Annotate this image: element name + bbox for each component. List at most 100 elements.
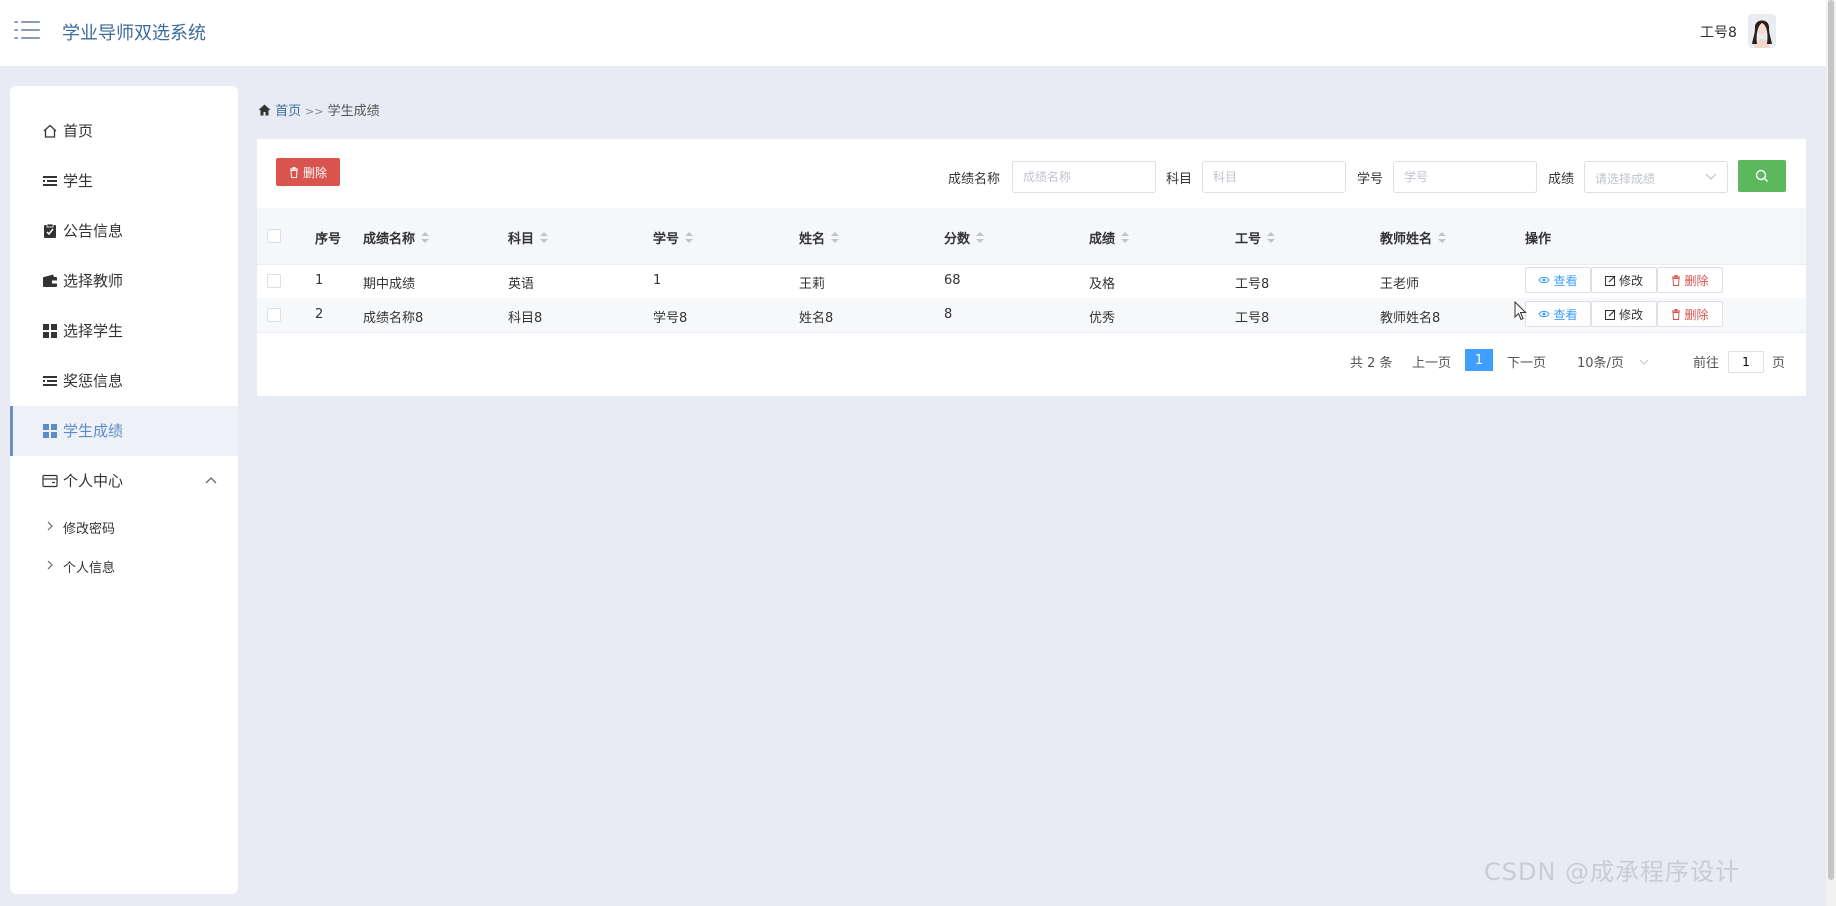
sidebar-item-choose-student[interactable]: 选择学生 [10, 306, 238, 356]
filter-student-no-label: 学号 [1357, 172, 1384, 187]
sidebar-subitem-profile[interactable]: 个人信息 [10, 548, 238, 584]
avatar[interactable] [1748, 14, 1776, 48]
sidebar-item-notices[interactable]: 公告信息 [10, 206, 238, 256]
scrollbar-thumb[interactable] [1828, 0, 1834, 880]
breadcrumb: 首页 >> 学生成绩 [258, 100, 380, 119]
app-title: 学业导师双选系统 [62, 23, 206, 44]
sort-icon[interactable] [1267, 231, 1276, 244]
row-checkbox[interactable] [267, 308, 281, 322]
grade-select[interactable]: 请选择成绩 [1584, 161, 1728, 193]
column-header-teacher-no[interactable]: 工号 [1235, 228, 1276, 247]
pagination-total: 共 2 条 [1350, 356, 1393, 371]
watermark: CSDN @成承程序设计 [1484, 858, 1741, 886]
breadcrumb-current: 学生成绩 [327, 104, 380, 119]
sidebar-item-label: 首页 [63, 122, 94, 140]
sort-icon[interactable] [1121, 231, 1130, 244]
chevron-right-icon [47, 521, 53, 531]
grid-icon [43, 324, 57, 338]
cell-index: 2 [315, 307, 324, 322]
sidebar-item-rewards[interactable]: 奖惩信息 [10, 356, 238, 406]
edit-button[interactable]: 修改 [1591, 267, 1657, 293]
student-no-input[interactable] [1393, 161, 1537, 193]
select-all-checkbox[interactable] [267, 229, 281, 243]
score-name-input[interactable] [1012, 161, 1156, 193]
user-name[interactable]: 工号8 [1700, 22, 1737, 42]
delete-button-label: 删除 [1684, 307, 1709, 322]
sidebar-item-label: 奖惩信息 [63, 372, 124, 390]
chevron-up-icon [205, 477, 217, 484]
column-header-actions: 操作 [1525, 232, 1552, 247]
sidebar-item-personal-center[interactable]: 个人中心 [10, 456, 238, 506]
subject-input[interactable] [1202, 161, 1346, 193]
chevron-right-icon [47, 560, 53, 570]
content-panel: 删除 成绩名称 科目 学号 成绩 请选择成绩 序号 成绩名称 科目 学号 姓名 … [257, 139, 1806, 396]
sort-icon[interactable] [540, 231, 549, 244]
pagination-goto-input[interactable] [1728, 351, 1764, 373]
sort-icon[interactable] [831, 231, 840, 244]
sidebar-item-label: 个人中心 [63, 472, 124, 490]
delete-button[interactable]: 删除 [1657, 267, 1723, 293]
column-header-grade[interactable]: 成绩 [1089, 228, 1130, 247]
sidebar-item-label: 选择教师 [63, 272, 124, 290]
sort-icon[interactable] [1438, 231, 1447, 244]
column-header-student-name[interactable]: 姓名 [799, 228, 840, 247]
view-button[interactable]: 查看 [1525, 267, 1591, 293]
search-button[interactable] [1738, 160, 1786, 192]
cell-score: 8 [944, 307, 953, 322]
pagination-goto-label: 前往 [1693, 356, 1720, 371]
pagination-prev-button[interactable]: 上一页 [1412, 352, 1451, 371]
wallet-icon [43, 274, 57, 287]
sidebar-subitem-label: 修改密码 [63, 522, 116, 537]
cell-score-name: 期中成绩 [363, 277, 416, 292]
edit-button[interactable]: 修改 [1591, 301, 1657, 327]
row-checkbox[interactable] [267, 274, 281, 288]
column-header-student-no[interactable]: 学号 [653, 228, 694, 247]
sidebar: 首页 学生 公告信息 选择教师 选择学生 奖惩信息 学生成绩 个人中心 修改密码… [10, 86, 238, 894]
page-scrollbar[interactable] [1826, 0, 1836, 906]
list-icon [43, 176, 57, 186]
sidebar-item-label: 学生 [63, 172, 94, 190]
page-size-select[interactable]: 10条/页 [1577, 352, 1624, 371]
column-header-score[interactable]: 分数 [944, 228, 985, 247]
card-icon [42, 474, 58, 488]
delete-button-label: 删除 [1684, 273, 1709, 288]
cell-subject: 科目8 [508, 311, 543, 326]
batch-delete-button[interactable]: 删除 [276, 158, 340, 186]
sort-icon[interactable] [976, 231, 985, 244]
home-icon [43, 124, 57, 138]
sidebar-item-choose-teacher[interactable]: 选择教师 [10, 256, 238, 306]
sidebar-item-scores[interactable]: 学生成绩 [10, 406, 238, 456]
breadcrumb-separator: >> [305, 105, 324, 118]
cell-teacher-no: 工号8 [1235, 277, 1270, 292]
sidebar-item-home[interactable]: 首页 [10, 106, 238, 156]
cell-grade: 优秀 [1089, 311, 1116, 326]
cell-score-name: 成绩名称8 [363, 311, 424, 326]
breadcrumb-home-link[interactable]: 首页 [275, 104, 301, 119]
sidebar-subitem-label: 个人信息 [63, 561, 116, 576]
home-icon [258, 104, 271, 116]
search-icon [1755, 169, 1768, 182]
menu-toggle-icon[interactable] [14, 19, 42, 41]
view-button[interactable]: 查看 [1525, 301, 1591, 327]
edit-button-label: 修改 [1618, 273, 1643, 288]
pagination-next-button[interactable]: 下一页 [1507, 352, 1546, 371]
column-header-subject[interactable]: 科目 [508, 228, 549, 247]
column-header-score-name[interactable]: 成绩名称 [363, 228, 430, 247]
mouse-cursor-icon [1514, 301, 1527, 321]
view-button-label: 查看 [1553, 273, 1578, 288]
cell-index: 1 [315, 273, 324, 288]
cell-teacher-name: 教师姓名8 [1380, 311, 1441, 326]
eye-icon [1538, 276, 1551, 284]
sidebar-item-students[interactable]: 学生 [10, 156, 238, 206]
sort-icon[interactable] [421, 231, 430, 244]
sidebar-subitem-change-password[interactable]: 修改密码 [10, 509, 238, 545]
column-header-teacher-name[interactable]: 教师姓名 [1380, 228, 1447, 247]
pagination-current-page[interactable]: 1 [1465, 349, 1493, 371]
delete-button[interactable]: 删除 [1657, 301, 1723, 327]
sort-icon[interactable] [685, 231, 694, 244]
table-row: 2 成绩名称8 科目8 学号8 姓名8 8 优秀 工号8 教师姓名8 查看 修改… [257, 298, 1806, 333]
list-icon [43, 376, 57, 386]
chevron-down-icon[interactable] [1639, 359, 1649, 365]
edit-icon [1604, 275, 1616, 286]
cell-teacher-name: 王老师 [1380, 277, 1420, 292]
